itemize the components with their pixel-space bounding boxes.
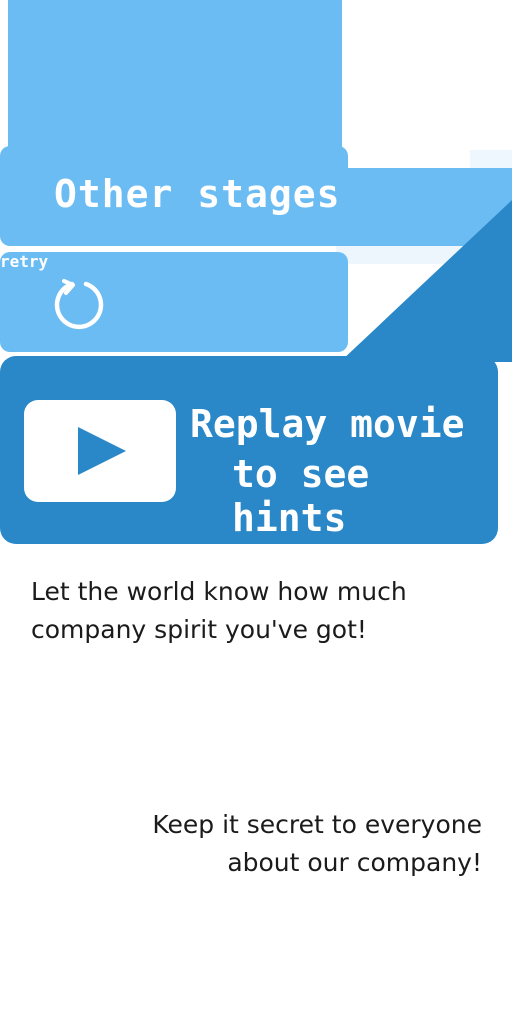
secret-message-line2: about our company!: [227, 848, 482, 877]
secret-message: Keep it secret to everyone about our com…: [12, 806, 482, 882]
other-stages-label: Other stages: [54, 172, 341, 216]
replay-label-line2: to see hints: [232, 452, 370, 540]
other-stages-button[interactable]: Other stages: [0, 146, 348, 246]
replay-movie-button[interactable]: Replay movie to see hints: [0, 356, 498, 544]
share-message-line2: company spirit you've got!: [31, 615, 367, 644]
replay-label-line1: Replay movie: [190, 402, 465, 446]
share-message: Let the world know how much company spir…: [31, 573, 501, 649]
background-panel: [8, 0, 342, 150]
share-message-line1: Let the world know how much: [31, 577, 407, 606]
play-box: [24, 400, 176, 502]
retry-label: retry: [0, 252, 49, 271]
play-icon: [78, 427, 126, 475]
secret-message-line1: Keep it secret to everyone: [152, 810, 482, 839]
